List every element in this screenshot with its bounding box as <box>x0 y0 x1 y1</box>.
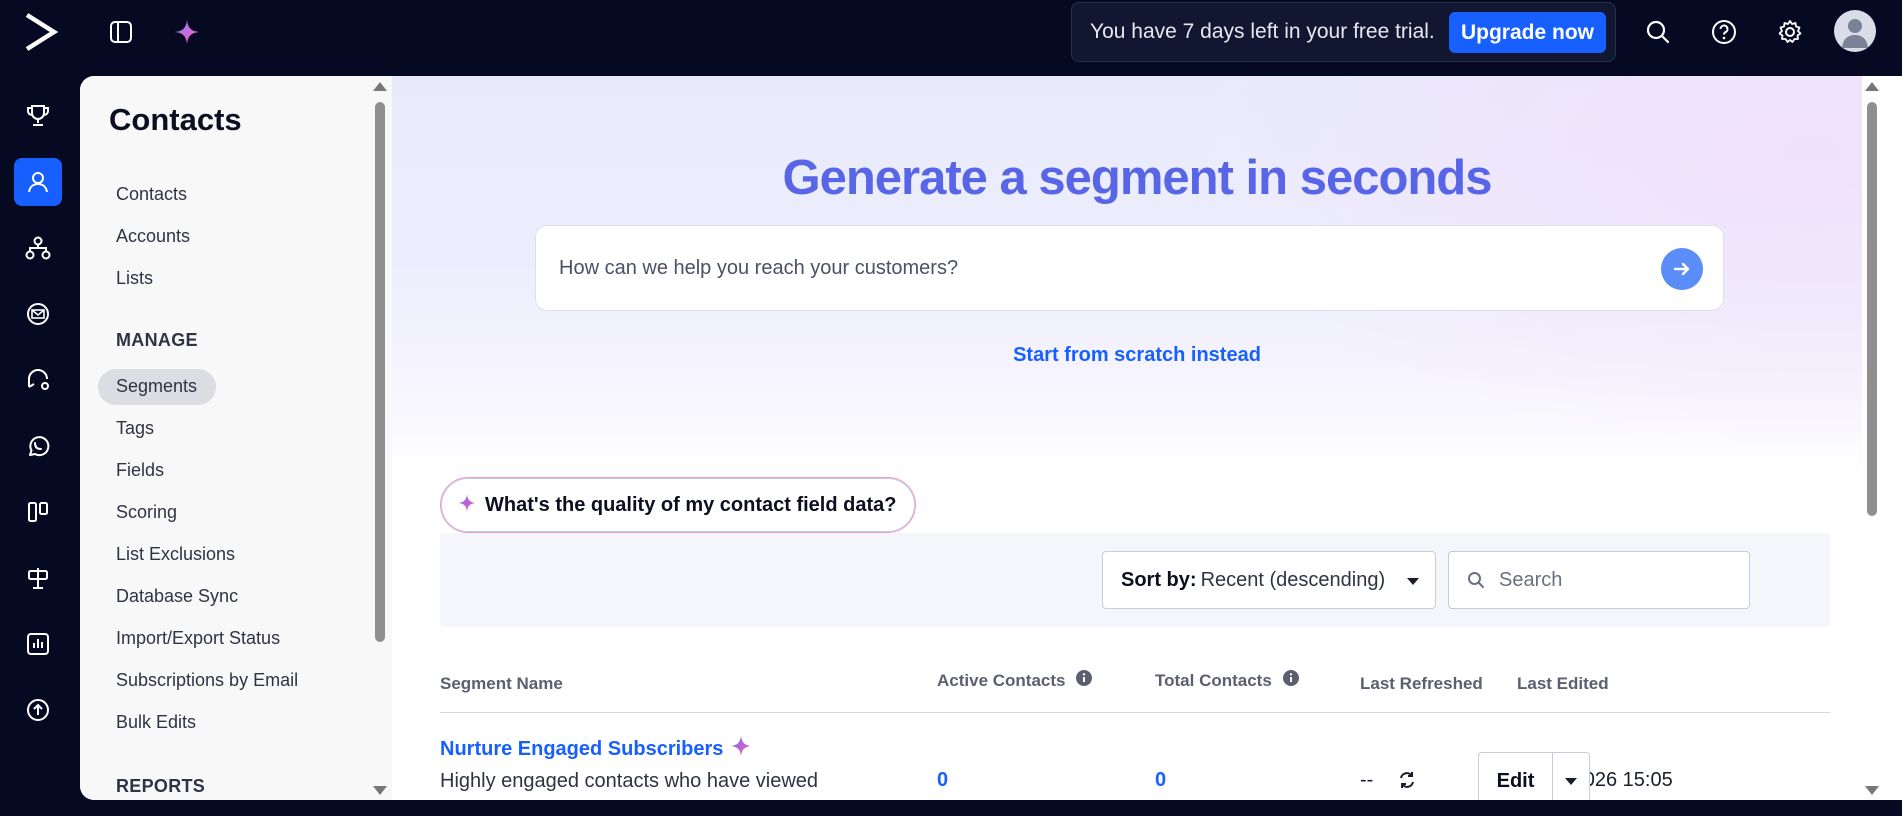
segment-prompt-placeholder: How can we help you reach your customers… <box>559 256 959 279</box>
chevron-down-icon <box>1565 778 1577 785</box>
sort-dropdown[interactable]: Sort by: Recent (descending) <box>1102 551 1436 609</box>
automation-icon[interactable] <box>14 224 62 272</box>
subnav-item-segments[interactable]: Segments <box>116 376 197 397</box>
upgrade-now-button[interactable]: Upgrade now <box>1448 12 1606 53</box>
main-panel: Contacts Contacts Accounts Lists MANAGE … <box>80 76 1902 800</box>
subnav-item-fields[interactable]: Fields <box>116 460 164 481</box>
segments-content: Generate a segment in seconds How can we… <box>392 76 1882 800</box>
edit-options-dropdown[interactable] <box>1553 753 1589 800</box>
column-header-total-contacts[interactable]: Total Contacts <box>1155 669 1300 692</box>
info-icon[interactable] <box>1075 669 1093 692</box>
top-bar: You have 7 days left in your free trial.… <box>0 0 1902 64</box>
subnav-item-lists[interactable]: Lists <box>116 268 153 289</box>
trophy-icon[interactable] <box>14 92 62 140</box>
start-from-scratch-link[interactable]: Start from scratch instead <box>392 344 1882 367</box>
quality-prompt-button[interactable]: What's the quality of my contact field d… <box>440 477 916 533</box>
site-icon[interactable] <box>14 554 62 602</box>
sort-value: Recent (descending) <box>1200 568 1386 591</box>
column-header-last-refreshed[interactable]: Last Refreshed <box>1360 674 1483 694</box>
email-icon[interactable] <box>14 290 62 338</box>
hero-title: Generate a segment in seconds <box>782 151 1493 205</box>
trial-text: You have 7 days left in your free trial. <box>1090 20 1435 43</box>
info-icon[interactable] <box>1282 669 1300 692</box>
segment-search-input[interactable]: Search <box>1448 551 1750 609</box>
edit-split-button: Edit <box>1478 752 1590 800</box>
trial-banner: You have 7 days left in your free trial.… <box>1071 2 1616 62</box>
quality-prompt-text: What's the quality of my contact field d… <box>485 493 897 516</box>
contacts-icon[interactable] <box>14 158 62 206</box>
reports-heading: REPORTS <box>116 776 206 796</box>
pipeline-icon[interactable] <box>14 488 62 536</box>
send-arrow-icon[interactable] <box>1661 248 1703 290</box>
contacts-subnav: Contacts Contacts Accounts Lists MANAGE … <box>80 76 392 800</box>
reports-icon[interactable] <box>14 620 62 668</box>
column-header-active-contacts[interactable]: Active Contacts <box>937 669 1093 692</box>
subnav-title: Contacts <box>109 102 242 137</box>
manage-heading: MANAGE <box>116 330 198 350</box>
sparkle-icon <box>729 734 753 764</box>
logo-icon[interactable] <box>24 12 59 52</box>
search-placeholder: Search <box>1499 568 1563 591</box>
column-header-last-edited[interactable]: Last Edited <box>1517 674 1609 694</box>
subnav-item-tags[interactable]: Tags <box>116 418 154 439</box>
subnav-item-list-exclusions[interactable]: List Exclusions <box>116 544 235 565</box>
chevron-down-icon <box>1407 578 1419 585</box>
refresh-icon[interactable] <box>1397 770 1417 795</box>
scroll-up-arrow-icon[interactable] <box>373 82 387 91</box>
subnav-item-accounts[interactable]: Accounts <box>116 226 190 247</box>
subnav-item-import-export-status[interactable]: Import/Export Status <box>116 628 280 649</box>
sidebar-toggle-icon[interactable] <box>105 16 137 48</box>
help-icon[interactable] <box>1708 16 1740 48</box>
last-refreshed-value: -- <box>1360 769 1374 791</box>
scroll-down-arrow-icon[interactable] <box>1865 786 1879 795</box>
scroll-down-arrow-icon[interactable] <box>373 786 387 795</box>
sort-label: Sort by: <box>1121 568 1197 591</box>
gear-icon[interactable] <box>1774 16 1806 48</box>
subnav-item-contacts[interactable]: Contacts <box>116 184 187 205</box>
scroll-up-arrow-icon[interactable] <box>1865 82 1879 91</box>
upload-icon[interactable] <box>14 686 62 734</box>
search-icon <box>1467 571 1485 595</box>
subnav-item-subscriptions-by-email[interactable]: Subscriptions by Email <box>116 670 298 691</box>
avatar-icon[interactable] <box>1834 10 1876 52</box>
header-divider <box>440 712 1830 713</box>
subnav-item-scoring[interactable]: Scoring <box>116 502 177 523</box>
total-contacts-value[interactable]: 0 <box>1155 769 1166 792</box>
edit-button[interactable]: Edit <box>1479 753 1553 800</box>
search-icon[interactable] <box>1642 16 1674 48</box>
segment-name-link[interactable]: Nurture Engaged Subscribers <box>440 734 753 764</box>
active-contacts-value[interactable]: 0 <box>937 769 948 792</box>
subnav-item-bulk-edits[interactable]: Bulk Edits <box>116 712 196 733</box>
column-header-segment-name[interactable]: Segment Name <box>440 674 563 694</box>
sparkle-icon <box>457 493 477 518</box>
segment-prompt-input[interactable]: How can we help you reach your customers… <box>535 225 1724 311</box>
sparkle-icon[interactable] <box>171 16 203 48</box>
subnav-item-database-sync[interactable]: Database Sync <box>116 586 238 607</box>
chat-icon[interactable] <box>14 356 62 404</box>
whatsapp-icon[interactable] <box>14 422 62 470</box>
subnav-scroll-thumb[interactable] <box>375 102 385 642</box>
segment-description: Highly engaged contacts who have viewed <box>440 770 819 792</box>
